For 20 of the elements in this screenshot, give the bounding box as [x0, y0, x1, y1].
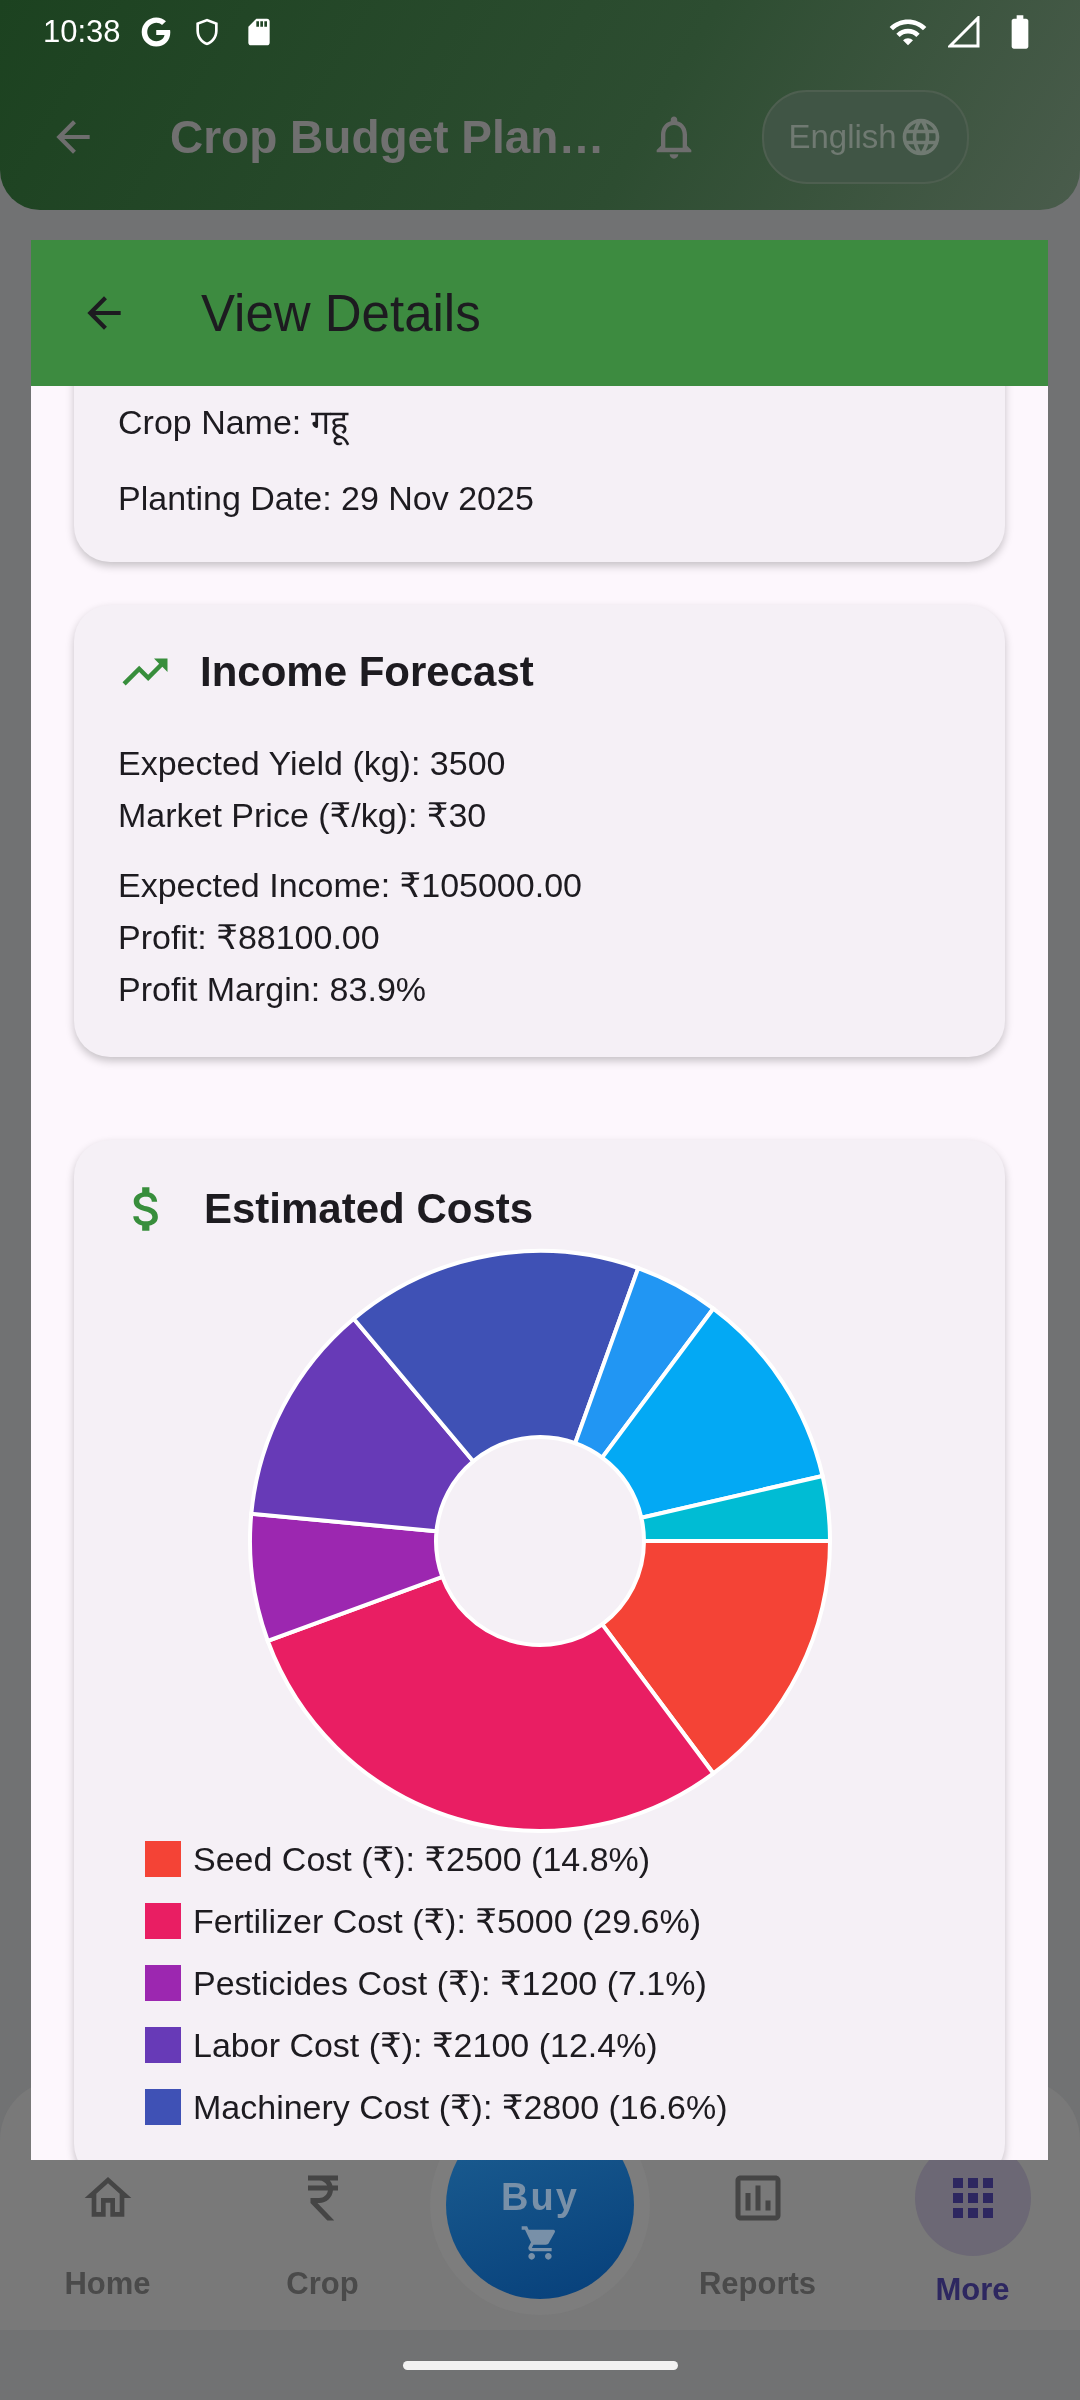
card-title: Estimated Costs	[204, 1185, 534, 1233]
legend-label: Seed Cost (₹): ₹2500 (14.8%)	[193, 1839, 651, 1880]
detail-text: Profit Margin: 83.9%	[118, 969, 428, 1010]
detail-text: Expected Income: ₹105000.00	[118, 865, 583, 906]
status-time: 10:38	[43, 14, 121, 50]
detail-text: Planting Date: 29 Nov 2025	[118, 478, 535, 519]
gesture-bar[interactable]	[402, 2360, 678, 2370]
legend-label: Labor Cost (₹): ₹2100 (12.4%)	[193, 2025, 658, 2066]
card-title: Income Forecast	[200, 648, 534, 696]
detail-text: Profit: ₹88100.00	[118, 917, 381, 958]
legend-label: Fertilizer Cost (₹): ₹5000 (29.6%)	[193, 1901, 702, 1942]
nav-label[interactable]: More	[935, 2272, 1010, 2308]
google-icon	[140, 17, 171, 47]
detail-text: Expected Yield (kg): 3500	[118, 743, 507, 784]
detail-text: Market Price (₹/kg): ₹30	[118, 795, 488, 836]
app-title: Crop Budget Plan…	[170, 110, 605, 164]
dialog-title: View Details	[201, 283, 481, 343]
detail-text: Crop Name: गहू	[118, 396, 961, 448]
legend-label: Pesticides Cost (₹): ₹1200 (7.1%)	[193, 1963, 707, 2004]
signal-icon	[948, 16, 980, 48]
